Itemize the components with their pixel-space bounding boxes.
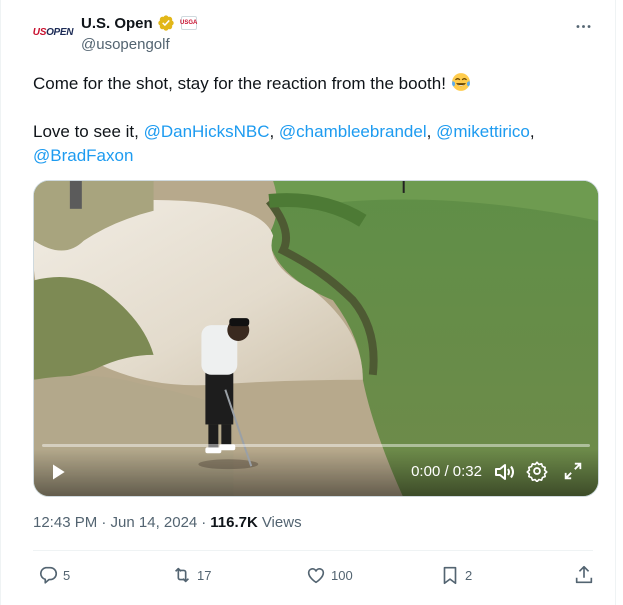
volume-icon bbox=[495, 464, 514, 480]
fullscreen-button[interactable] bbox=[562, 460, 586, 484]
bookmark-count: 2 bbox=[465, 567, 473, 583]
timestamp[interactable]: 12:43 PM · Jun 14, 2024 bbox=[33, 514, 197, 531]
more-icon bbox=[576, 24, 590, 28]
heart-icon bbox=[307, 568, 325, 584]
action-bar: 5 17 100 2 bbox=[33, 562, 599, 588]
play-icon bbox=[53, 464, 65, 480]
reply-button[interactable]: 5 bbox=[37, 562, 70, 588]
reply-icon bbox=[39, 566, 58, 584]
gear-icon bbox=[526, 461, 548, 483]
repost-count: 17 bbox=[197, 567, 212, 583]
share-button[interactable] bbox=[573, 562, 595, 588]
face-with-tears-of-joy-icon bbox=[451, 73, 470, 91]
share-icon bbox=[575, 565, 593, 584]
play-button[interactable] bbox=[46, 460, 70, 484]
video-controls: 0:00 / 0:32 bbox=[34, 448, 598, 496]
reply-count: 5 bbox=[63, 567, 71, 583]
views-count[interactable]: 116.7K bbox=[210, 514, 258, 531]
video-progress-bar[interactable] bbox=[42, 444, 590, 447]
mention-link[interactable]: @mikettirico bbox=[436, 122, 530, 141]
bookmark-icon bbox=[443, 566, 457, 585]
volume-button[interactable] bbox=[492, 460, 516, 484]
views-label: Views bbox=[261, 514, 302, 531]
settings-button[interactable] bbox=[526, 460, 550, 484]
tweet-line-2: Love to see it, @DanHicksNBC, @chambleeb… bbox=[33, 122, 535, 141]
like-button[interactable]: 100 bbox=[305, 562, 353, 588]
us-open-logo: USOPEN bbox=[32, 26, 74, 38]
author-handle[interactable]: @usopengolf bbox=[81, 36, 170, 53]
tweet-text: Come for the shot, stay for the reaction… bbox=[33, 72, 593, 168]
video-player[interactable]: 0:00 / 0:32 bbox=[33, 180, 599, 497]
video-time: 0:00 / 0:32 bbox=[411, 463, 482, 480]
mention-link[interactable]: @DanHicksNBC bbox=[144, 122, 270, 141]
affiliate-badge-icon[interactable]: USGA bbox=[180, 16, 197, 30]
tweet-line-1: Come for the shot, stay for the reaction… bbox=[33, 72, 593, 96]
fullscreen-icon bbox=[564, 462, 582, 480]
more-options-button[interactable] bbox=[573, 16, 593, 36]
author-name-row: U.S. Open USGA bbox=[81, 14, 197, 32]
tweet-meta: 12:43 PM · Jun 14, 2024 · 116.7K Views bbox=[33, 514, 302, 531]
mention-link[interactable]: @BradFaxon bbox=[33, 146, 133, 165]
like-count: 100 bbox=[331, 567, 353, 583]
bookmark-button[interactable]: 2 bbox=[439, 562, 472, 588]
repost-button[interactable]: 17 bbox=[171, 562, 211, 588]
mention-link[interactable]: @chambleebrandel bbox=[279, 122, 427, 141]
tweet-card: USOPEN U.S. Open USGA @usopengolf Come f… bbox=[0, 0, 616, 605]
display-name[interactable]: U.S. Open bbox=[81, 15, 153, 32]
repost-icon bbox=[174, 567, 190, 583]
divider bbox=[33, 550, 593, 551]
verified-badge-icon[interactable] bbox=[157, 14, 175, 32]
meta-dot: · bbox=[201, 514, 207, 531]
avatar[interactable]: USOPEN bbox=[32, 12, 74, 52]
